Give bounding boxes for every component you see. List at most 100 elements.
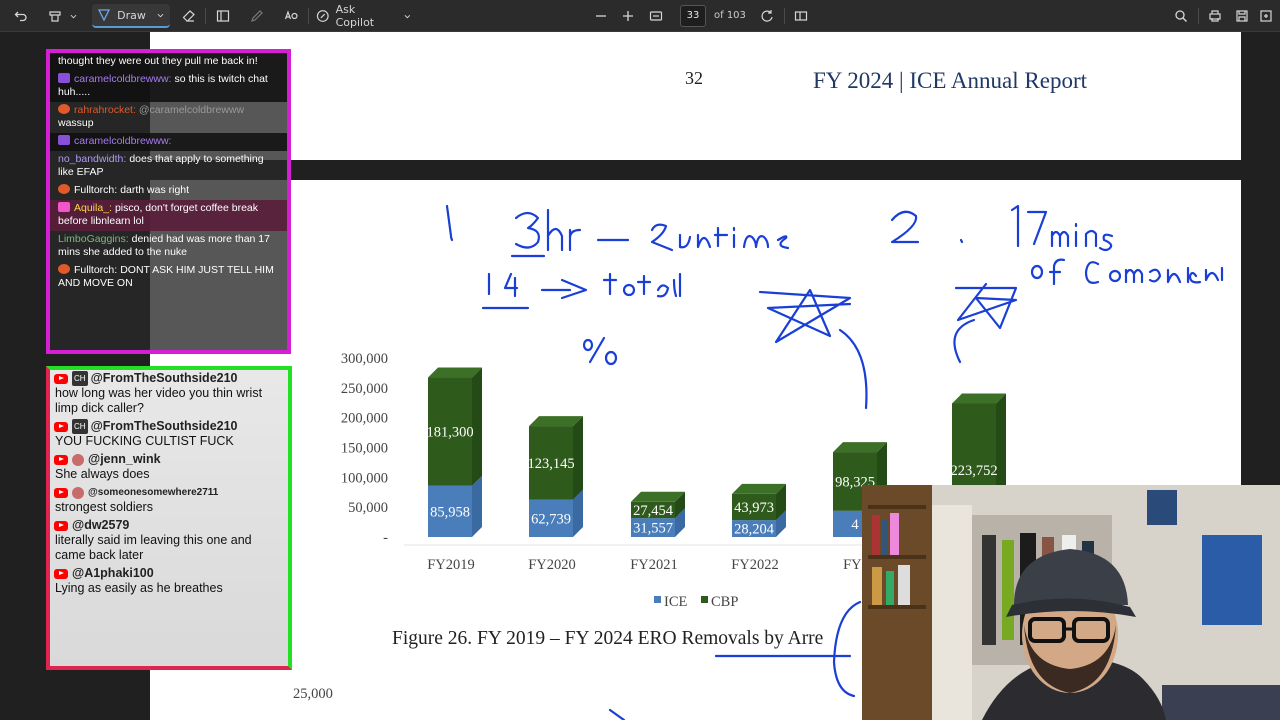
avatar xyxy=(72,486,84,499)
zoom-in-icon[interactable] xyxy=(617,4,639,28)
ink-runtime xyxy=(650,223,790,252)
youtube-username[interactable]: @FromTheSouthside210 xyxy=(91,419,238,434)
youtube-message: CH @FromTheSouthside210 YOU FUCKING CULTIS… xyxy=(50,418,288,451)
twitch-message: Aquila_: pisco, don't forget coffee break… xyxy=(50,200,287,231)
eraser-icon[interactable] xyxy=(178,4,200,28)
text-box-icon[interactable] xyxy=(212,4,234,28)
twitch-message: Fulltorch: DONT ASK HIM JUST TELL HIM AND… xyxy=(50,262,287,293)
ask-copilot-button[interactable]: Ask Copilot xyxy=(316,3,412,29)
data-label: 28,204 xyxy=(734,522,775,538)
youtube-message-text: YOU FUCKING CULTIST FUCK xyxy=(55,434,234,448)
ink-one-four xyxy=(487,272,519,298)
youtube-icon xyxy=(54,421,68,432)
legend-label-ice: ICE xyxy=(664,594,688,610)
twitch-message-text: @caramelcoldbrewww xyxy=(138,104,245,116)
y-tick-label: 150,000 xyxy=(341,441,388,457)
y-tick-label: 200,000 xyxy=(341,411,388,427)
channel-badge-icon: CH xyxy=(72,371,88,386)
twitch-username[interactable]: caramelcoldbrewww: xyxy=(74,73,171,85)
page-number-input[interactable]: 33 xyxy=(680,5,706,27)
youtube-username[interactable]: @jenn_wink xyxy=(88,452,161,467)
youtube-message: @A1phaki100 Lying as easily as he breathe… xyxy=(50,565,288,598)
jersey-poster xyxy=(1202,535,1262,625)
x-tick-label: FY2019 xyxy=(427,557,475,573)
youtube-username[interactable]: @FromTheSouthside210 xyxy=(91,371,238,386)
youtube-icon xyxy=(54,568,68,579)
draw-button[interactable]: Draw xyxy=(92,4,170,28)
ink-three xyxy=(514,211,540,249)
ink-dot-two xyxy=(959,238,964,244)
youtube-message: @dw2579 literally said im leaving this on… xyxy=(50,517,288,565)
data-label: 27,454 xyxy=(633,503,674,519)
twitch-message: rahrahrocket: @caramelcoldbrewww wassup xyxy=(50,102,287,133)
twitch-username[interactable]: Fulltorch: xyxy=(74,184,117,196)
next-chart-y-tick: 25,000 xyxy=(293,686,333,702)
fit-page-icon[interactable] xyxy=(645,4,667,28)
pen-icon xyxy=(98,9,111,22)
data-label: 181,300 xyxy=(426,425,473,441)
save-icon[interactable] xyxy=(1231,4,1253,28)
youtube-icon xyxy=(54,454,68,465)
y-tick-label: 100,000 xyxy=(341,470,388,486)
twitch-message-list: thought they were out they pull me back … xyxy=(50,53,287,293)
save-as-icon[interactable] xyxy=(1256,4,1276,28)
twitch-username[interactable]: caramelcoldbrewww: xyxy=(74,135,171,147)
poster xyxy=(1147,490,1177,525)
y-tick-label: - xyxy=(383,530,388,546)
youtube-chat-overlay: CH @FromTheSouthside210 how long was her v… xyxy=(46,366,292,670)
print-icon[interactable] xyxy=(1204,4,1226,28)
rotate-icon[interactable] xyxy=(756,4,778,28)
data-label: 123,145 xyxy=(527,456,574,472)
twitch-chat-overlay: thought they were out they pull me back … xyxy=(46,49,291,354)
ask-copilot-label: Ask Copilot xyxy=(335,3,375,29)
highlight-icon[interactable] xyxy=(44,4,66,28)
read-aloud-icon[interactable] xyxy=(280,4,302,28)
y-tick-label: 50,000 xyxy=(348,500,388,516)
twitch-username[interactable]: Fulltorch: xyxy=(74,264,117,276)
user-badge-icon xyxy=(58,184,70,194)
youtube-username[interactable]: @someonesomewhere2711 xyxy=(88,485,218,500)
youtube-message: @someonesomewhere2711 strongest soldiers xyxy=(50,484,288,517)
twitch-username[interactable]: rahrahrocket: xyxy=(74,104,136,116)
youtube-username[interactable]: @dw2579 xyxy=(72,518,129,533)
user-badge-icon xyxy=(58,202,70,212)
ink-star-left xyxy=(758,288,852,344)
twitch-username[interactable]: no_bandwidth: xyxy=(58,153,126,165)
zoom-out-icon[interactable] xyxy=(590,4,612,28)
ink-two xyxy=(890,210,920,244)
ink-of xyxy=(1030,258,1066,286)
chevron-down-icon xyxy=(404,14,411,18)
youtube-username[interactable]: @A1phaki100 xyxy=(72,566,154,581)
ink-bracket xyxy=(832,600,862,698)
youtube-icon xyxy=(54,373,68,384)
ink-mins xyxy=(1050,222,1114,252)
data-label: 85,958 xyxy=(430,504,470,520)
ink-seventeen xyxy=(1010,204,1048,248)
youtube-message-text: how long was her video you thin wrist li… xyxy=(55,386,263,415)
ink-arrow-total xyxy=(540,278,588,300)
ink-curve-right xyxy=(953,318,976,364)
pdf-toolbar: Draw Ask Copilot 33 of 103 xyxy=(0,0,1280,32)
twitch-username[interactable]: Aquila_: xyxy=(74,202,112,214)
ink-curve-left xyxy=(838,328,868,410)
youtube-message: CH @FromTheSouthside210 how long was her v… xyxy=(50,370,288,418)
undo-icon[interactable] xyxy=(10,4,32,28)
twitch-username[interactable]: LimboGaggins: xyxy=(58,233,129,245)
twitch-message: caramelcoldbrewww: xyxy=(50,133,287,151)
youtube-message-text: Lying as easily as he breathes xyxy=(55,581,223,595)
channel-badge-icon: CH xyxy=(72,419,88,434)
highlight-dropdown-chevron-icon[interactable] xyxy=(66,4,80,28)
ink-total xyxy=(602,272,682,298)
edit-icon[interactable] xyxy=(246,4,268,28)
x-tick-label: FY2020 xyxy=(528,557,576,573)
ink-stroke-bottom xyxy=(608,708,626,720)
data-label: 62,739 xyxy=(531,511,571,527)
page-view-icon[interactable] xyxy=(790,4,812,28)
youtube-message-text: strongest soldiers xyxy=(55,500,153,514)
legend-swatch-cbp xyxy=(701,596,708,603)
ink-hr xyxy=(546,208,582,252)
legend-swatch-ice xyxy=(654,596,661,603)
page-total-label: of 103 xyxy=(714,10,746,21)
search-icon[interactable] xyxy=(1170,4,1192,28)
y-tick-label: 250,000 xyxy=(341,381,388,397)
